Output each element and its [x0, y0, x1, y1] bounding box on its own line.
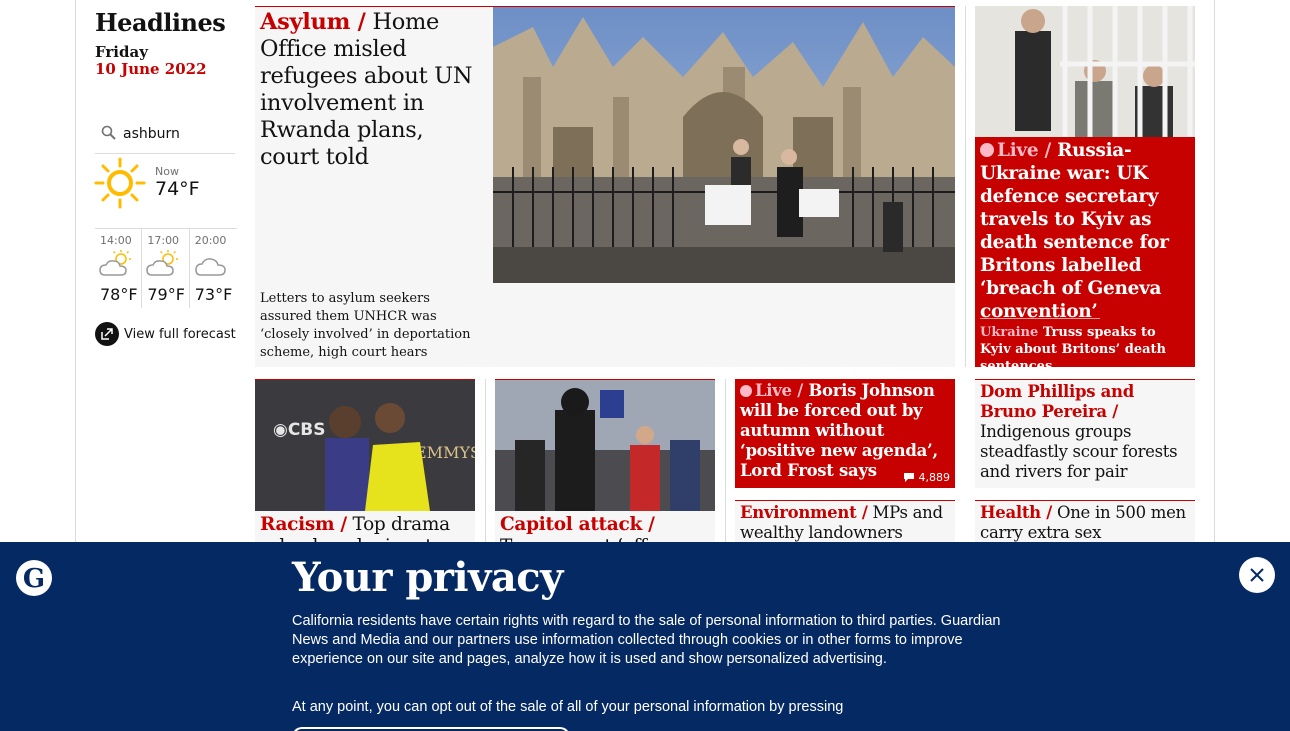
date-day: Friday: [95, 43, 148, 61]
close-icon: [1250, 568, 1264, 582]
partly-cloudy-icon: [146, 250, 179, 276]
external-link-icon: [95, 322, 119, 346]
top-story-kicker: Asylum /: [260, 9, 366, 35]
privacy-action-button[interactable]: [292, 727, 570, 731]
privacy-title: Your privacy: [292, 554, 563, 601]
health-kicker: Health /: [980, 503, 1053, 522]
live-label: Live: [755, 381, 792, 400]
forecast-temp: 78°F: [100, 285, 138, 304]
forecast-item: 20:00 73°F: [190, 229, 237, 308]
forecast-item: 17:00 79°F: [142, 229, 190, 308]
privacy-body: California residents have certain rights…: [292, 613, 1001, 667]
forecast-time: 14:00: [100, 234, 132, 247]
comment-count-value: 4,889: [918, 471, 951, 484]
sublink-kicker: Ukraine: [980, 325, 1039, 340]
ukraine-headline-text: Russia-Ukraine war: UK defence secretary…: [980, 140, 1169, 322]
phillips-story-card[interactable]: Dom Phillips and Bruno Pereira / Indigen…: [975, 379, 1195, 488]
weather-now-temp: 74°F: [155, 178, 200, 200]
ukraine-headline[interactable]: Live / Russia-Ukraine war: UK defence se…: [980, 139, 1192, 323]
forecast-time: 20:00: [194, 234, 227, 247]
partly-cloudy-icon: [99, 250, 131, 276]
cloud-icon: [194, 258, 226, 276]
column-divider: [965, 6, 966, 367]
environment-headline[interactable]: Environment / MPs and wealthy landowners: [740, 503, 952, 543]
section-title: Headlines: [95, 8, 226, 37]
racism-story-image[interactable]: ◉CBS EMMYS: [255, 380, 475, 511]
sun-icon: [94, 157, 146, 209]
ukraine-story-image[interactable]: [975, 6, 1195, 137]
phillips-kicker: Dom Phillips and Bruno Pereira /: [980, 382, 1134, 421]
top-story-headline[interactable]: Asylum / Home Office misled refugees abo…: [260, 9, 485, 171]
capitol-story-card[interactable]: Capitol attack / Trump went ‘off: [495, 379, 715, 557]
phillips-headline[interactable]: Dom Phillips and Bruno Pereira / Indigen…: [980, 382, 1192, 482]
johnson-headline[interactable]: Live / Boris Johnson will be forced out …: [740, 381, 952, 481]
capitol-story-image[interactable]: [495, 380, 715, 511]
weather-location: ashburn: [123, 126, 180, 142]
live-indicator-icon: [980, 143, 994, 157]
forecast-item: 14:00 78°F: [95, 229, 143, 308]
comment-count[interactable]: 4,889: [903, 471, 951, 484]
column-divider: [485, 379, 486, 549]
top-story-card[interactable]: Asylum / Home Office misled refugees abo…: [255, 6, 955, 367]
ukraine-sublink[interactable]: Ukraine Truss speaks to Kyiv about Brito…: [980, 324, 1190, 375]
weather-forecast: 14:00 78°F 17:00 79°F 20:00 73°F: [95, 228, 237, 308]
guardian-logo-icon: G: [16, 560, 52, 596]
phillips-headline-text: Indigenous groups steadfastly scour fore…: [980, 422, 1178, 481]
weather-now-label: Now: [155, 165, 179, 178]
full-forecast-link[interactable]: View full forecast: [95, 322, 236, 346]
capitol-kicker: Capitol attack /: [500, 514, 655, 535]
full-forecast-label: View full forecast: [124, 326, 236, 342]
johnson-live-card[interactable]: Live / Boris Johnson will be forced out …: [735, 379, 955, 488]
forecast-time: 17:00: [147, 234, 180, 247]
privacy-banner: G Your privacy California residents have…: [0, 542, 1290, 731]
date-full: 10 June 2022: [95, 60, 207, 78]
svg-text:EMMYS: EMMYS: [415, 443, 475, 462]
top-story-standfirst: Letters to asylum seekers assured them U…: [260, 291, 471, 360]
search-icon: [101, 125, 116, 140]
comment-icon: [903, 473, 914, 482]
svg-text:G: G: [23, 564, 45, 594]
racism-kicker: Racism /: [260, 514, 347, 535]
live-indicator-icon: [740, 385, 752, 397]
privacy-body-2: At any point, you can opt out of the sal…: [292, 699, 844, 715]
weather-location-search[interactable]: ashburn: [95, 120, 235, 154]
live-label: Live: [997, 140, 1039, 161]
forecast-temp: 79°F: [147, 285, 185, 304]
racism-story-card[interactable]: ◉CBS EMMYS Racism / Top drama school apo…: [255, 379, 475, 557]
svg-text:◉CBS: ◉CBS: [273, 420, 326, 440]
column-divider: [725, 379, 726, 549]
top-story-image[interactable]: [493, 7, 955, 283]
health-headline[interactable]: Health / One in 500 men carry extra sex: [980, 503, 1192, 543]
close-button[interactable]: [1239, 557, 1275, 593]
forecast-temp: 73°F: [194, 285, 233, 304]
divider: [980, 318, 1100, 319]
environment-kicker: Environment /: [740, 503, 868, 522]
ukraine-live-card[interactable]: Live / Russia-Ukraine war: UK defence se…: [975, 6, 1195, 374]
